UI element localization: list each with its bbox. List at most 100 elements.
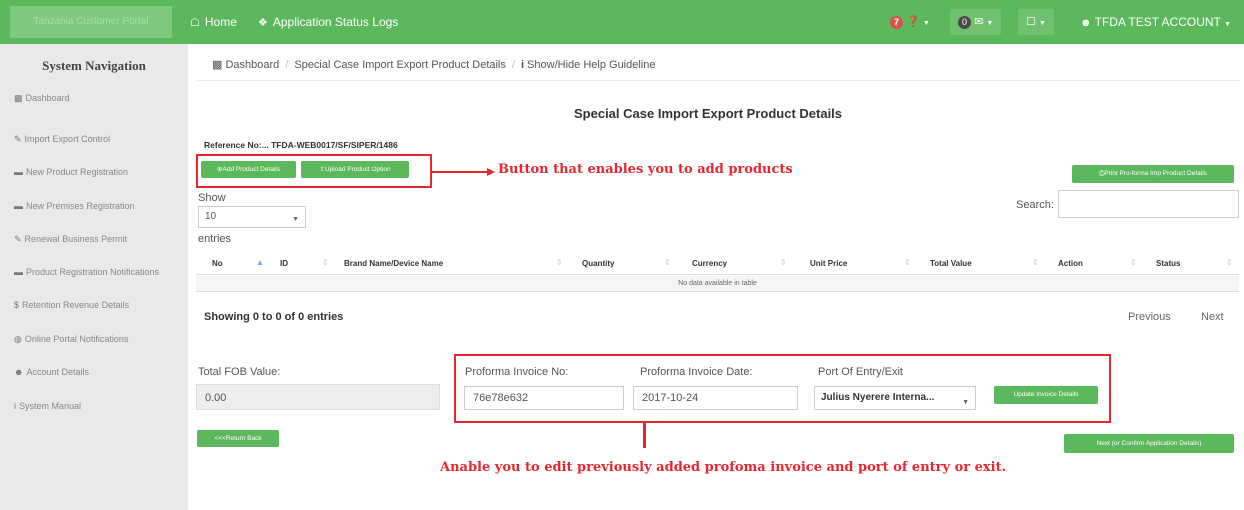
column-header-no[interactable]: No — [212, 259, 223, 268]
page-title: Special Case Import Export Product Detai… — [574, 106, 843, 121]
sidebar-item-account-details[interactable]: ☻ Account Details — [14, 367, 186, 377]
breadcrumb-current[interactable]: Special Case Import Export Product Detai… — [294, 59, 506, 71]
invoice-date-label: Proforma Invoice Date: — [640, 366, 753, 378]
sidebar-item-system-manual[interactable]: i System Manual — [14, 401, 186, 411]
search-input[interactable] — [1058, 190, 1239, 218]
port-select[interactable]: Julius Nyerere Interna... ▼ — [814, 386, 976, 410]
account-dropdown[interactable]: ☻ TFDA TEST ACCOUNT ▼ — [1072, 9, 1239, 35]
column-header-unit-price[interactable]: Unit Price — [810, 259, 847, 268]
comments-icon: ❖ — [258, 17, 268, 29]
home-icon: ☖ — [190, 17, 200, 29]
column-header-total-value[interactable]: Total Value — [930, 259, 972, 268]
breadcrumb-separator: / — [511, 59, 515, 71]
sidebar-title: System Navigation — [42, 58, 146, 73]
column-header-quantity[interactable]: Quantity — [582, 259, 614, 268]
sidebar-item-dashboard[interactable]: ▩ Dashboard — [14, 93, 186, 104]
caret-down-icon: ▼ — [962, 399, 969, 406]
column-header-status[interactable]: Status — [1156, 259, 1180, 268]
total-fob-field: 0.00 — [196, 384, 440, 410]
next-confirm-button[interactable]: Next (or Confirm Application Details) — [1064, 434, 1234, 453]
update-invoice-label: Update Invoice Details — [1013, 391, 1079, 398]
dashboard-icon: ▩ — [14, 93, 23, 103]
sidebar-item-new-premises-registration[interactable]: ▬ New Premises Registration — [14, 201, 186, 211]
caret-down-icon: ▼ — [1038, 20, 1046, 27]
showing-entries-info: Showing 0 to 0 of 0 entries — [204, 311, 344, 323]
annotation-arrowhead — [487, 168, 495, 176]
annotation-edit-invoice: Anable you to edit previously added prof… — [440, 460, 1007, 475]
sidebar-item-label: Product Registration Notifications — [26, 267, 160, 277]
column-header-action[interactable]: Action — [1058, 259, 1083, 268]
sidebar-item-renewal-business-permit[interactable]: ✎ Renewal Business Permit — [14, 234, 186, 245]
sidebar-item-label: Retention Revenue Details — [22, 300, 130, 310]
help-guideline-toggle[interactable]: i Show/Hide Help Guideline — [521, 59, 656, 71]
annotation-line — [643, 423, 646, 448]
envelope-icon: ✉ — [974, 16, 984, 28]
nav-home-label: Home — [204, 15, 237, 29]
add-product-button[interactable]: ⊕Add Product Details — [201, 161, 296, 178]
nav-status-logs-label: Application Status Logs — [272, 15, 399, 29]
sort-icon: ⇕ — [1226, 258, 1233, 267]
sort-icon: ⇕ — [1032, 258, 1039, 267]
column-header-id[interactable]: ID — [280, 259, 288, 268]
sidebar-item-product-registration-notifications[interactable]: ▬ Product Registration Notifications — [14, 267, 186, 277]
lock-dropdown[interactable]: ☐ ▼ — [1018, 9, 1054, 35]
globe-icon: ◍ — [14, 334, 22, 344]
sidebar-item-online-portal-notifications[interactable]: ◍ Online Portal Notifications — [14, 334, 186, 345]
print-proforma-button[interactable]: ⎙Print Pro-forma Imp Product Details — [1072, 165, 1234, 183]
update-invoice-button[interactable]: Update Invoice Details — [994, 386, 1098, 404]
sidebar-item-label: New Premises Registration — [26, 201, 135, 211]
table-empty-row: No data available in table — [196, 276, 1239, 292]
page-size-select[interactable]: 10 ▼ — [198, 206, 306, 228]
port-select-value: Julius Nyerere Interna... — [821, 392, 935, 403]
breadcrumb-dashboard-label: Dashboard — [225, 59, 280, 71]
top-navbar: Tanzania Customer Portal ☖ Home ❖ Applicat… — [0, 0, 1244, 44]
dollar-icon: $ — [14, 300, 20, 310]
info-icon: i — [14, 401, 16, 411]
nav-status-logs-link[interactable]: ❖ Application Status Logs — [258, 0, 398, 44]
nav-home-link[interactable]: ☖ Home — [190, 0, 237, 44]
upload-product-button[interactable]: ⇧Upload Product Option — [301, 161, 409, 178]
sidebar-item-import-export-control[interactable]: ✎ Import Export Control — [14, 134, 186, 145]
column-header-currency[interactable]: Currency — [692, 259, 727, 268]
sidebar-item-label: Import Export Control — [24, 134, 111, 144]
folder-icon: ▬ — [14, 167, 23, 177]
breadcrumb: ▩ Dashboard / Special Case Import Export P… — [212, 58, 656, 71]
sidebar-item-label: Online Portal Notifications — [24, 334, 129, 344]
next-confirm-label: Next (or Confirm Application Details) — [1096, 440, 1202, 447]
folder-icon: ▬ — [14, 267, 23, 277]
sidebar-item-new-product-registration[interactable]: ▬ New Product Registration — [14, 167, 186, 177]
search-label: Search: — [1016, 199, 1054, 211]
sidebar: System Navigation — [0, 44, 188, 510]
brand-logo[interactable]: Tanzania Customer Portal — [10, 6, 172, 38]
user-icon: ☻ — [1080, 17, 1092, 29]
return-back-label: <<<Return Back — [214, 435, 262, 442]
invoice-date-input[interactable]: 2017-10-24 — [633, 386, 798, 410]
breadcrumb-dashboard[interactable]: ▩ Dashboard — [212, 59, 279, 71]
return-back-button[interactable]: <<<Return Back — [197, 430, 279, 447]
messages-dropdown[interactable]: 0 ✉ ▼ — [950, 9, 1002, 35]
total-fob-label: Total FOB Value: — [198, 366, 281, 378]
annotation-line — [432, 171, 490, 173]
caret-down-icon: ▼ — [922, 20, 930, 27]
sidebar-item-label: Renewal Business Permit — [24, 234, 128, 244]
sort-icon: ⇕ — [664, 258, 671, 267]
pencil-icon: ✎ — [14, 134, 22, 144]
notifications-dropdown[interactable]: 7 ❓ ▼ — [882, 9, 938, 35]
invoice-no-label: Proforma Invoice No: — [465, 366, 569, 378]
port-label: Port Of Entry/Exit — [818, 366, 903, 378]
question-icon: ❓ — [906, 16, 920, 28]
entries-label: entries — [198, 233, 232, 245]
sort-icon: ⇕ — [904, 258, 911, 267]
add-product-label: Add Product Details — [222, 166, 280, 173]
previous-page-button[interactable]: Previous — [1128, 311, 1171, 323]
next-page-button[interactable]: Next — [1201, 311, 1224, 323]
caret-down-icon: ▼ — [986, 20, 994, 27]
sidebar-item-retention-revenue-details[interactable]: $ Retention Revenue Details — [14, 300, 186, 310]
pencil-icon: ✎ — [14, 234, 22, 244]
message-count-badge: 0 — [958, 15, 971, 29]
column-header-brand[interactable]: Brand Name/Device Name — [344, 259, 443, 268]
sort-icon: ⇕ — [322, 258, 329, 267]
invoice-no-input[interactable]: 76e78e632 — [464, 386, 624, 410]
caret-down-icon: ▼ — [1223, 21, 1231, 28]
annotation-add-products: Button that enables you to add products — [498, 162, 793, 177]
